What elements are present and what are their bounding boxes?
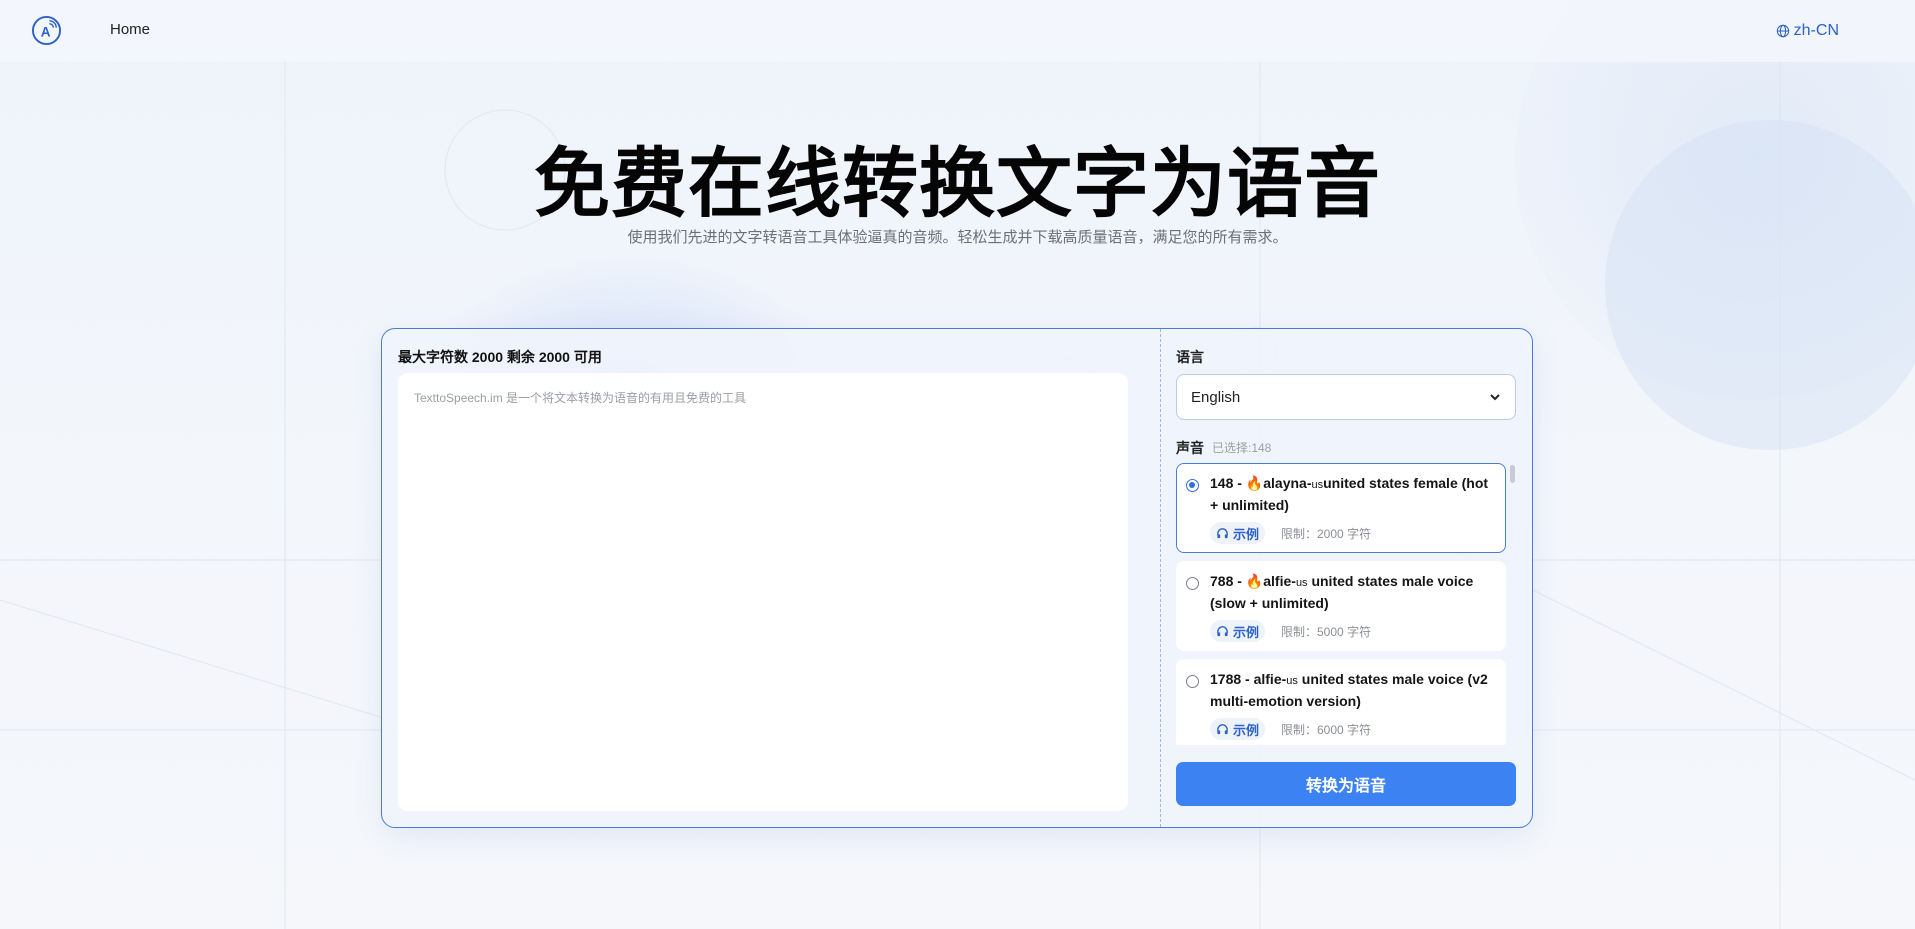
voice-selected-count: 已选择:148 (1212, 441, 1272, 455)
chevron-down-icon (1490, 394, 1500, 401)
language-select-value: English (1191, 388, 1241, 406)
voice-radio[interactable] (1186, 577, 1199, 590)
voice-list[interactable]: 148 - 🔥alayna-usunited states female (ho… (1176, 463, 1516, 745)
voice-radio[interactable] (1186, 479, 1199, 492)
logo-icon[interactable]: A (31, 15, 62, 46)
fire-icon: 🔥 (1245, 475, 1264, 491)
panel-divider (1160, 329, 1161, 827)
language-label: 语言 (1176, 349, 1204, 365)
voice-limit: 限制：5000 字符 (1281, 625, 1372, 639)
voice-option[interactable]: 1788 - alfie-us united states male voice… (1176, 659, 1506, 745)
headphones-icon (1217, 625, 1228, 636)
char-count-label: 最大字符数 2000 剩余 2000 可用 (398, 349, 602, 365)
svg-text:A: A (41, 24, 51, 39)
headphones-icon (1217, 723, 1228, 734)
settings-column: 语言 English 声音 已选择:148 148 - 🔥alayna-usun… (1176, 329, 1516, 827)
voice-name: 788 - 🔥alfie-us united states male voice… (1210, 573, 1474, 611)
page-subtitle: 使用我们先进的文字转语音工具体验逼真的音频。轻松生成并下载高质量语音，满足您的所… (627, 229, 1288, 246)
headphones-icon (1217, 527, 1228, 538)
voice-limit: 限制：6000 字符 (1281, 723, 1372, 737)
voice-sample-label: 示例 (1233, 526, 1260, 542)
voice-limit: 限制：2000 字符 (1281, 527, 1372, 541)
top-nav: A Home zh-CN (0, 0, 1915, 62)
voice-sample-button[interactable]: 示例 (1210, 620, 1266, 642)
voice-sample-button[interactable]: 示例 (1210, 522, 1266, 544)
nav-home-link[interactable]: Home (110, 21, 150, 38)
tts-panel: 最大字符数 2000 剩余 2000 可用 语言 English 声音 已选择:… (381, 328, 1533, 828)
text-input[interactable] (398, 373, 1128, 811)
voice-label: 声音 (1176, 440, 1204, 456)
voice-sample-label: 示例 (1233, 624, 1260, 640)
language-switcher-label: zh-CN (1793, 22, 1839, 39)
globe-icon (1776, 24, 1789, 38)
voice-option[interactable]: 788 - 🔥alfie-us united states male voice… (1176, 561, 1506, 651)
language-switcher[interactable]: zh-CN (1776, 22, 1839, 40)
voice-radio[interactable] (1186, 675, 1199, 688)
fire-icon: 🔥 (1245, 573, 1264, 589)
voice-sample-button[interactable]: 示例 (1210, 718, 1266, 740)
convert-to-speech-button[interactable]: 转换为语音 (1176, 762, 1516, 806)
voice-name: 1788 - alfie-us united states male voice… (1210, 671, 1488, 709)
voice-list-scrollbar[interactable] (1510, 463, 1516, 745)
voice-option[interactable]: 148 - 🔥alayna-usunited states female (ho… (1176, 463, 1506, 553)
language-select[interactable]: English (1176, 374, 1516, 420)
voice-sample-label: 示例 (1233, 722, 1260, 738)
scrollbar-thumb[interactable] (1510, 465, 1515, 483)
voice-name: 148 - 🔥alayna-usunited states female (ho… (1210, 475, 1489, 513)
page-title: 免费在线转换文字为语音 (534, 139, 1381, 228)
